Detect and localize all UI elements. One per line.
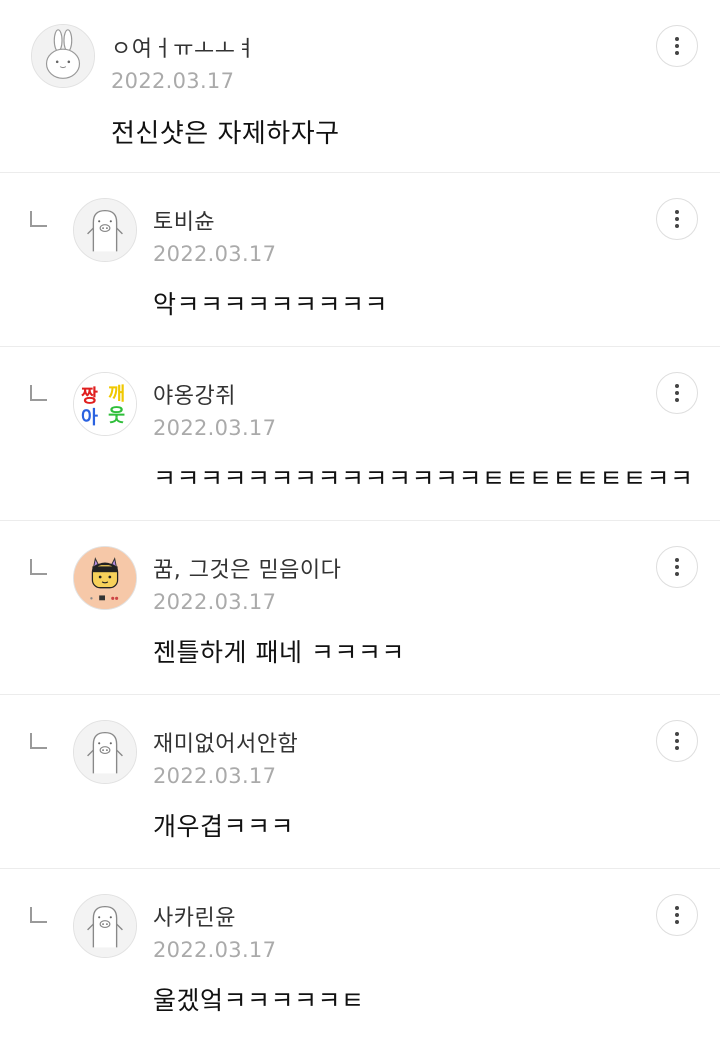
comment-text: 악ㅋㅋㅋㅋㅋㅋㅋㅋㅋ xyxy=(153,290,389,319)
more-dot-icon xyxy=(675,558,679,562)
comment-nickname[interactable]: 토비슌 xyxy=(153,204,215,236)
more-options-button[interactable] xyxy=(656,546,698,588)
more-dot-icon xyxy=(675,906,679,910)
comment-text: 전신샷은 자제하자구 xyxy=(111,119,340,149)
more-options-button[interactable] xyxy=(656,894,698,936)
more-dot-icon xyxy=(675,224,679,228)
reply-arrow-icon xyxy=(30,211,47,227)
sticker-avatar-icon[interactable]: 짱 깨 아 웃 xyxy=(73,372,137,436)
sticker-text-4: 웃 xyxy=(108,405,125,426)
sticker-text-3: 아 xyxy=(81,407,98,428)
more-dot-icon xyxy=(675,391,679,395)
reply-item: 사카린윤 2022.03.17 울겠엌ㅋㅋㅋㅋㅋㅌ xyxy=(0,869,720,1043)
comment-text: 젠틀하게 패네 ㅋㅋㅋㅋ xyxy=(153,638,405,667)
reply-item: 토비슌 2022.03.17 악ㅋㅋㅋㅋㅋㅋㅋㅋㅋ xyxy=(0,173,720,347)
comment-nickname[interactable]: 꿈, 그것은 믿음이다 xyxy=(153,552,341,584)
more-dot-icon xyxy=(675,37,679,41)
rabbit-avatar-icon[interactable] xyxy=(31,24,95,88)
comment-date: 2022.03.17 xyxy=(153,590,277,614)
reply-arrow-icon xyxy=(30,559,47,575)
more-dot-icon xyxy=(675,217,679,221)
comment-nickname[interactable]: 야옹강쥐 xyxy=(153,378,236,410)
reply-arrow-icon xyxy=(30,733,47,749)
sticker-text-1: 짱 xyxy=(81,386,98,407)
cartoon-kid-avatar-icon[interactable] xyxy=(73,546,137,610)
sticker-text-2: 깨 xyxy=(108,384,125,405)
more-options-button[interactable] xyxy=(656,198,698,240)
comment-text: 울겠엌ㅋㅋㅋㅋㅋㅌ xyxy=(153,986,365,1015)
more-dot-icon xyxy=(675,920,679,924)
reply-item: 재미없어서안함 2022.03.17 개우겹ㅋㅋㅋ xyxy=(0,695,720,869)
more-dot-icon xyxy=(675,51,679,55)
comment-date: 2022.03.17 xyxy=(153,242,277,266)
comment-item: ㅇ여ㅓㅠㅗㅗㅕ 2022.03.17 전신샷은 자제하자구 xyxy=(0,0,720,173)
comment-date: 2022.03.17 xyxy=(153,938,277,962)
comment-nickname[interactable]: 재미없어서안함 xyxy=(153,726,298,758)
more-dot-icon xyxy=(675,565,679,569)
reply-item: 꿈, 그것은 믿음이다 2022.03.17 젠틀하게 패네 ㅋㅋㅋㅋ xyxy=(0,521,720,695)
more-dot-icon xyxy=(675,210,679,214)
comment-date: 2022.03.17 xyxy=(153,416,277,440)
more-dot-icon xyxy=(675,913,679,917)
more-dot-icon xyxy=(675,739,679,743)
reply-arrow-icon xyxy=(30,385,47,401)
more-dot-icon xyxy=(675,44,679,48)
comment-date: 2022.03.17 xyxy=(153,764,277,788)
more-dot-icon xyxy=(675,572,679,576)
comment-nickname[interactable]: 사카린윤 xyxy=(153,900,236,932)
default-pig-avatar-icon[interactable] xyxy=(73,720,137,784)
more-dot-icon xyxy=(675,746,679,750)
more-options-button[interactable] xyxy=(656,720,698,762)
comment-text: 개우겹ㅋㅋㅋ xyxy=(153,812,295,841)
comment-text: ㅋㅋㅋㅋㅋㅋㅋㅋㅋㅋㅋㅋㅋㅋㅌㅌㅌㅌㅌㅌㅌㅋㅋ xyxy=(153,464,694,493)
more-dot-icon xyxy=(675,384,679,388)
comment-nickname[interactable]: ㅇ여ㅓㅠㅗㅗㅕ xyxy=(111,31,256,63)
default-pig-avatar-icon[interactable] xyxy=(73,198,137,262)
more-dot-icon xyxy=(675,398,679,402)
comment-date: 2022.03.17 xyxy=(111,69,235,93)
default-pig-avatar-icon[interactable] xyxy=(73,894,137,958)
reply-arrow-icon xyxy=(30,907,47,923)
reply-item: 짱 깨 아 웃 야옹강쥐 2022.03.17 ㅋㅋㅋㅋㅋㅋㅋㅋㅋㅋㅋㅋㅋㅋㅌㅌ… xyxy=(0,347,720,521)
more-options-button[interactable] xyxy=(656,372,698,414)
more-options-button[interactable] xyxy=(656,25,698,67)
more-dot-icon xyxy=(675,732,679,736)
